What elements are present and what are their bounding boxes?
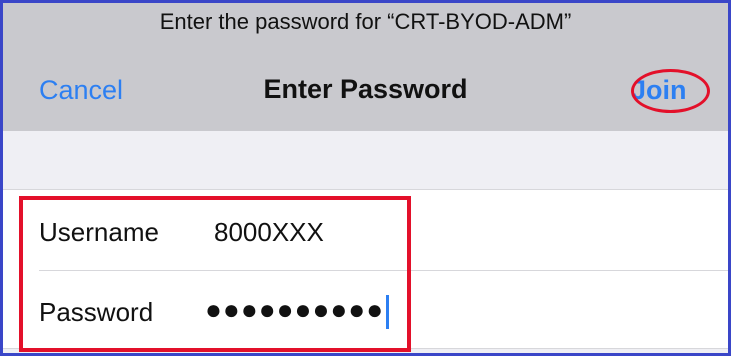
username-row[interactable]: Username <box>3 190 728 270</box>
username-field[interactable] <box>214 217 514 248</box>
text-cursor <box>386 294 390 329</box>
section-spacer <box>3 131 728 189</box>
username-label: Username <box>39 217 159 247</box>
credentials-form: Username Password ●●●●●●●●●● <box>3 189 728 349</box>
password-row[interactable]: Password ●●●●●●●●●● <box>3 270 728 350</box>
cancel-button[interactable]: Cancel <box>39 75 123 106</box>
dialog-header: Enter the password for “CRT-BYOD-ADM” Ca… <box>3 3 728 131</box>
password-label: Password <box>39 297 154 327</box>
network-prompt: Enter the password for “CRT-BYOD-ADM” <box>159 9 572 34</box>
join-button[interactable]: Join <box>631 75 687 106</box>
password-field[interactable]: ●●●●●●●●●● <box>205 292 390 329</box>
password-masked-text: ●●●●●●●●●● <box>205 294 385 325</box>
wifi-password-dialog: Enter the password for “CRT-BYOD-ADM” Ca… <box>0 0 731 356</box>
